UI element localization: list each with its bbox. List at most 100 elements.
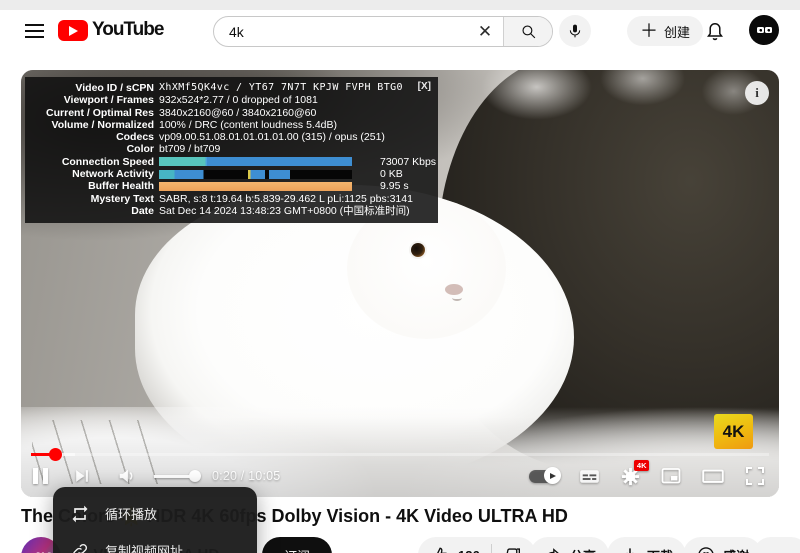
stats-value: 0 KB [380, 168, 403, 181]
stats-row: Video ID / sCPN XhXMf5QK4vc / YT67 7N7T … [29, 82, 430, 94]
theater-icon [702, 469, 724, 483]
volume-slider-knob[interactable] [189, 470, 201, 482]
search-button[interactable] [503, 17, 552, 46]
notifications-button[interactable] [703, 18, 727, 42]
stats-value: Sat Dec 14 2024 13:48:23 GMT+0800 (中国标准时… [159, 204, 410, 217]
stats-meter-row: Network Activity 0 KB [29, 168, 430, 180]
share-icon [548, 548, 559, 553]
account-avatar[interactable] [749, 15, 779, 45]
stats-value: vp09.00.51.08.01.01.01.01.00 (315) / opu… [159, 131, 385, 144]
video-player[interactable]: i 4K [X] Video ID / sCPN XhXMf5QK4vc / Y… [21, 70, 779, 497]
stats-value: 9.95 s [380, 180, 409, 193]
like-count[interactable]: 126 [458, 548, 480, 553]
stats-label: Network Activity [72, 168, 154, 181]
stats-value: 932x524*2.77 / 0 dropped of 1081 [159, 94, 318, 107]
context-menu-label: 循环播放 [105, 507, 158, 522]
autoplay-toggle[interactable] [529, 467, 561, 484]
download-icon [626, 548, 634, 553]
stats-value: XhXMf5QK4vc / YT67 7N7T KPJW FVPH BTG0 [159, 82, 403, 93]
stats-label: Current / Optimal Res [46, 106, 154, 119]
share-button[interactable]: 分享 [530, 537, 610, 553]
stats-value: 73007 Kbps [380, 155, 437, 168]
like-dislike-group: 126 [418, 537, 536, 553]
stats-meter-row: Buffer Health 9.95 s [29, 180, 430, 192]
youtube-play-icon [58, 19, 88, 41]
stats-value: SABR, s:8 t:19.64 b:5.839-29.462 L pLi:1… [159, 192, 413, 205]
subtitles-icon [580, 469, 599, 483]
link-icon [73, 543, 88, 553]
mic-icon [569, 24, 581, 38]
stats-meter-row: Connection Speed 73007 Kbps [29, 155, 436, 168]
theater-mode-button[interactable] [700, 463, 726, 489]
progress-bar[interactable] [31, 448, 769, 461]
more-action-button[interactable] [753, 537, 800, 553]
thumb-up-icon[interactable] [431, 545, 451, 553]
right-controls: 4K [529, 459, 767, 489]
download-button[interactable]: 下载 [607, 537, 687, 553]
stats-row: Codecs vp09.00.51.08.01.01.01.01.00 (315… [29, 131, 430, 143]
clear-icon[interactable]: ✕ [467, 22, 503, 42]
rabbit-mouth [451, 295, 462, 301]
4k-watermark: 4K [714, 414, 753, 449]
info-button[interactable]: i [745, 81, 769, 105]
stats-row: Viewport / Frames 932x524*2.77 / 0 dropp… [29, 94, 430, 106]
rabbit-nose [445, 283, 464, 295]
network-activity-meter [159, 169, 352, 179]
pill-divider [490, 544, 492, 553]
youtube-logo-text: YouTube [92, 19, 164, 40]
context-menu-label: 复制视频网址 [105, 544, 184, 553]
create-button-label: 创建 [664, 24, 691, 40]
stats-row: Volume / Normalized 100% / DRC (content … [29, 119, 430, 131]
stats-row: Color bt709 / bt709 [29, 143, 430, 155]
bell-icon [707, 23, 723, 41]
thumb-down-icon[interactable] [503, 545, 523, 553]
stats-label: Viewport / Frames [63, 94, 154, 107]
volume-button[interactable] [116, 465, 138, 487]
volume-slider[interactable] [154, 470, 201, 482]
stats-label: Volume / Normalized [51, 118, 155, 131]
connection-speed-meter [159, 157, 352, 167]
search-input[interactable] [214, 23, 467, 40]
stats-for-nerds-panel: [X] Video ID / sCPN XhXMf5QK4vc / YT67 7… [25, 77, 438, 224]
subscribe-button[interactable]: 订阅 [262, 537, 333, 553]
context-menu-item-copy-url[interactable]: 复制视频网址 [53, 532, 257, 553]
fullscreen-button[interactable] [743, 464, 767, 488]
stats-value: 100% / DRC (content loudness 5.4dB) [159, 118, 338, 131]
next-icon [76, 470, 88, 482]
settings-button[interactable]: 4K [619, 459, 649, 488]
top-strip [0, 0, 800, 10]
stats-label: Buffer Health [88, 180, 154, 193]
subtitles-button[interactable] [577, 464, 602, 489]
plus-icon: ＋ [640, 21, 658, 41]
next-button[interactable] [72, 466, 92, 486]
youtube-header: YouTube ✕ ＋ 创建 [0, 10, 800, 62]
stats-row: Date Sat Dec 14 2024 13:48:23 GMT+0800 (… [29, 205, 430, 217]
share-label: 分享 [570, 546, 596, 553]
menu-icon[interactable] [25, 24, 44, 38]
stats-label: Video ID / sCPN [75, 82, 154, 94]
miniplayer-button[interactable] [659, 464, 683, 488]
stats-label: Connection Speed [61, 155, 154, 168]
volume-icon [119, 469, 133, 483]
stats-value: 3840x2160@60 / 3840x2160@60 [159, 106, 317, 119]
thanks-button[interactable]: 感谢 [683, 537, 763, 553]
player-context-menu: 循环播放 复制视频网址 [53, 487, 257, 553]
thanks-icon [698, 547, 714, 553]
stats-value: bt709 / bt709 [159, 143, 221, 156]
stats-label: Mystery Text [90, 192, 154, 205]
stats-label: Color [126, 143, 154, 156]
context-menu-item-loop[interactable]: 循环播放 [53, 495, 257, 532]
loop-icon [72, 505, 88, 522]
fullscreen-icon [746, 467, 764, 485]
mic-button[interactable] [559, 15, 591, 47]
youtube-logo[interactable]: YouTube [58, 19, 164, 41]
create-button[interactable]: ＋ 创建 [627, 16, 704, 46]
miniplayer-icon [661, 468, 681, 484]
pause-button[interactable] [33, 468, 48, 484]
stats-close-button[interactable]: [X] [418, 81, 431, 93]
stats-label: Date [131, 204, 154, 217]
buffer-health-meter [159, 182, 352, 192]
autoplay-knob-icon [544, 467, 561, 484]
stats-label: Codecs [116, 131, 154, 144]
snow-patches [475, 70, 779, 156]
